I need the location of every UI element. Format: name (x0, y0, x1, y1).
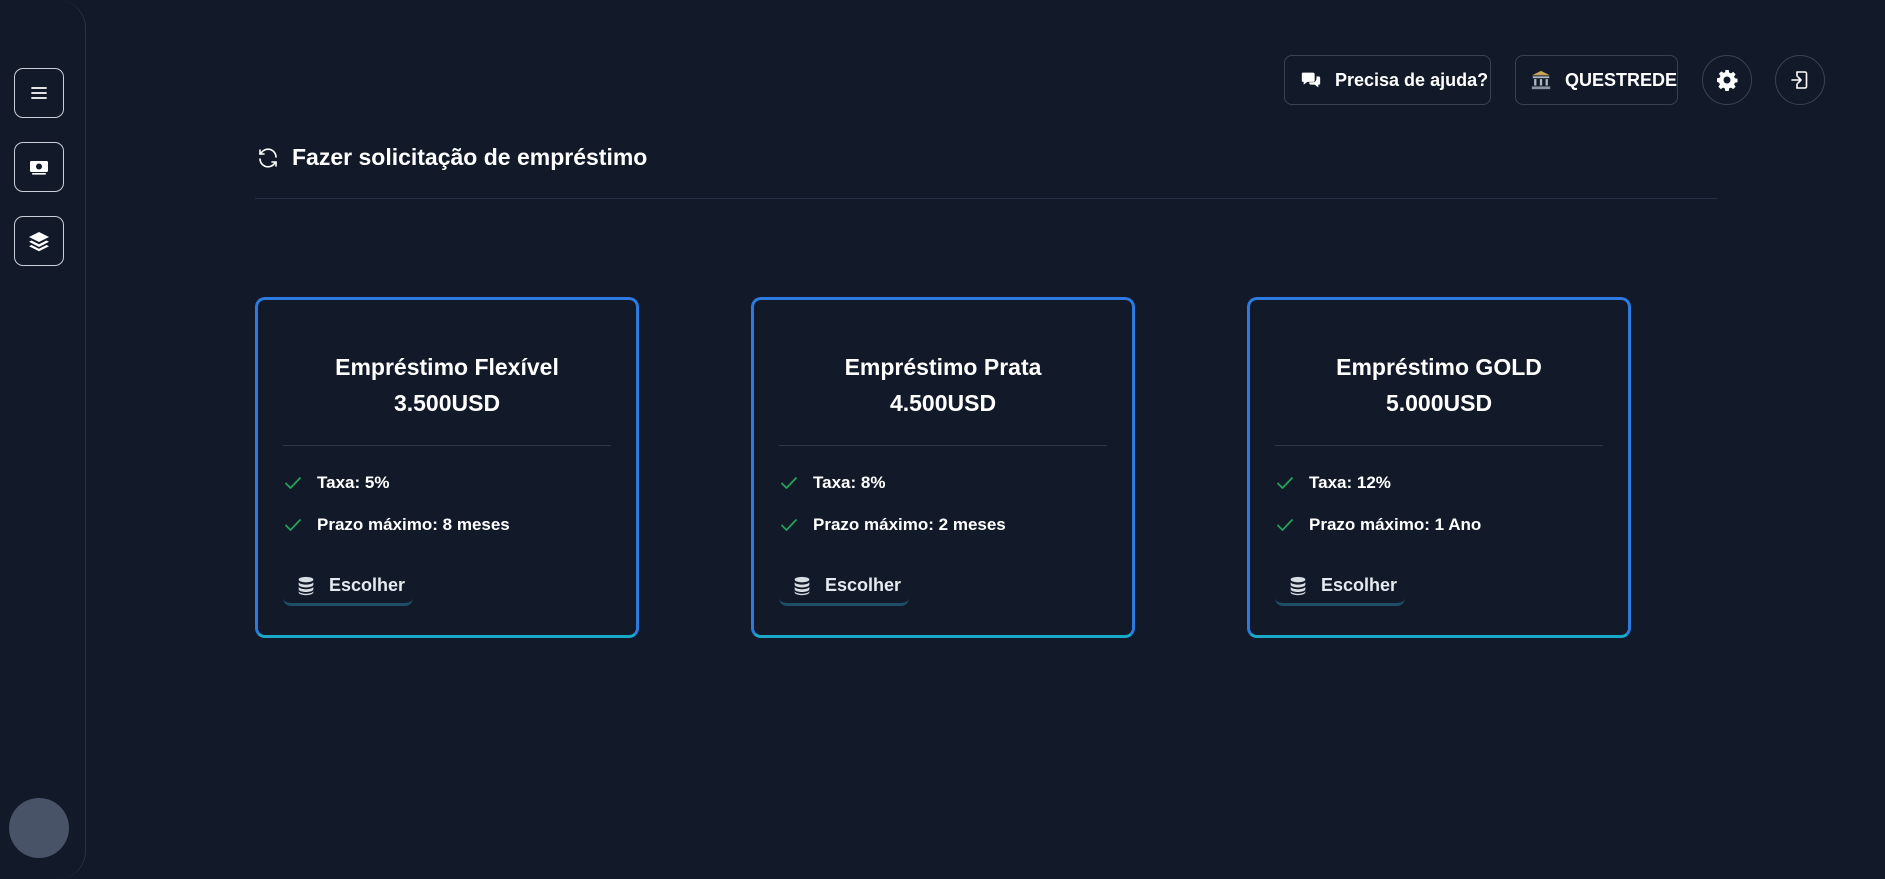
page-title: Fazer solicitação de empréstimo (256, 144, 647, 171)
loan-card-flexivel: Empréstimo Flexível 3.500USD Taxa: 5% Pr… (255, 297, 639, 638)
settings-button[interactable] (1702, 55, 1752, 105)
gear-icon (1717, 70, 1738, 91)
loans-button[interactable] (14, 142, 64, 192)
choose-button[interactable]: Escolher (283, 568, 413, 606)
money-icon (30, 161, 48, 175)
coins-icon (1290, 576, 1306, 595)
loan-rate: Taxa: 5% (283, 473, 389, 493)
layers-button[interactable] (14, 216, 64, 266)
check-icon (285, 519, 301, 531)
bank-button[interactable]: QUESTREDE (1515, 55, 1678, 105)
menu-button[interactable] (14, 68, 64, 118)
loan-term: Prazo máximo: 8 meses (283, 515, 510, 535)
loan-card-prata: Empréstimo Prata 4.500USD Taxa: 8% Prazo… (751, 297, 1135, 638)
choose-label: Escolher (329, 575, 406, 595)
loan-amount: 3.500USD (393, 390, 501, 416)
card-divider (779, 445, 1107, 446)
title-divider (255, 198, 1718, 199)
choose-button[interactable]: Escolher (779, 568, 909, 606)
loan-amount: 4.500USD (889, 390, 997, 416)
check-icon (781, 519, 797, 531)
layers-icon (29, 232, 49, 252)
loan-amount: 5.000USD (1385, 390, 1493, 416)
check-icon (781, 477, 797, 489)
check-icon (285, 477, 301, 489)
page-title-text: Fazer solicitação de empréstimo (292, 144, 648, 170)
avatar[interactable] (9, 798, 69, 858)
help-button[interactable]: Precisa de ajuda? (1284, 55, 1491, 105)
check-icon (1277, 519, 1293, 531)
menu-icon (31, 87, 47, 99)
loan-name: Empréstimo Flexível (335, 354, 559, 380)
coins-icon (298, 576, 314, 595)
loan-name: Empréstimo Prata (844, 354, 1042, 380)
chat-icon (1299, 68, 1323, 92)
sidebar (0, 0, 86, 879)
card-divider (1275, 445, 1603, 446)
bank-icon (1530, 68, 1553, 92)
loan-rate: Taxa: 8% (779, 473, 885, 493)
loan-card-gold: Empréstimo GOLD 5.000USD Taxa: 12% Prazo… (1247, 297, 1631, 638)
bank-label: QUESTREDE (1564, 69, 1677, 90)
refresh-icon (259, 147, 277, 168)
loan-rate: Taxa: 12% (1275, 473, 1391, 493)
loan-term: Prazo máximo: 2 meses (779, 515, 1006, 535)
help-label: Precisa de ajuda? (1335, 69, 1489, 90)
loan-term: Prazo máximo: 1 Ano (1275, 515, 1481, 535)
coins-icon (794, 576, 810, 595)
check-icon (1277, 477, 1293, 489)
card-divider (283, 445, 611, 446)
choose-button[interactable]: Escolher (1275, 568, 1405, 606)
logout-icon (1791, 71, 1808, 89)
choose-label: Escolher (1321, 575, 1398, 595)
choose-label: Escolher (825, 575, 902, 595)
logout-button[interactable] (1775, 55, 1825, 105)
loan-name: Empréstimo GOLD (1336, 354, 1542, 380)
